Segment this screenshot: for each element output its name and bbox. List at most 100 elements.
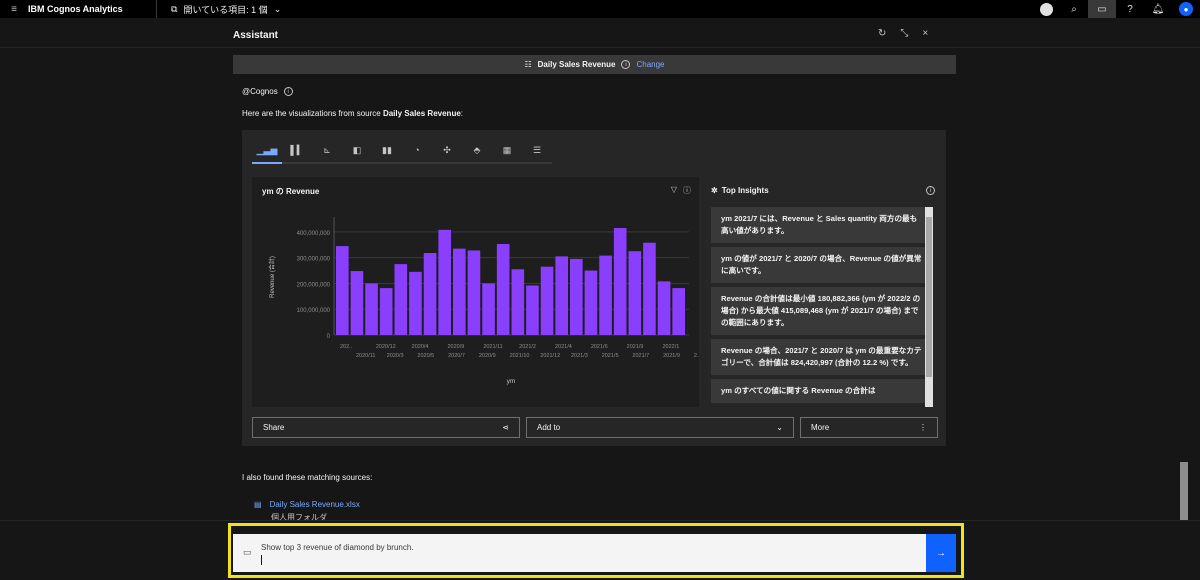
chat-input-text[interactable]: Show top 3 revenue of diamond by brunch. bbox=[261, 543, 414, 552]
x-tick-label: 2.. bbox=[694, 353, 699, 359]
hamburger-icon[interactable]: ≡ bbox=[0, 4, 28, 15]
chevron-down-icon: ⌄ bbox=[776, 423, 783, 432]
info-icon[interactable]: i bbox=[926, 186, 935, 195]
grid-chart-tab[interactable]: ▦ bbox=[492, 138, 522, 164]
source-bar: ☷ Daily Sales Revenue i Change bbox=[233, 55, 956, 74]
bar[interactable] bbox=[643, 242, 656, 335]
chat-icon: ▭ bbox=[243, 547, 252, 557]
search-icon[interactable]: ⌕ bbox=[1060, 0, 1088, 18]
intro-prefix: Here are the visualizations from source bbox=[242, 109, 383, 118]
column-chart-tab[interactable]: ▌▍ bbox=[282, 138, 312, 164]
scrollbar-thumb[interactable] bbox=[926, 217, 932, 377]
page-scrollbar[interactable] bbox=[1180, 462, 1188, 520]
bar[interactable] bbox=[599, 255, 612, 335]
bar[interactable] bbox=[482, 283, 495, 335]
open-items-icon: ⧉ bbox=[171, 3, 178, 14]
intro-source: Daily Sales Revenue bbox=[382, 109, 461, 118]
assistant-header: Assistant ↻ ⤡ × bbox=[0, 24, 1200, 48]
open-items-label: 開いている項目: 1 個 bbox=[183, 4, 268, 15]
x-tick-label: 2021/9 bbox=[627, 344, 644, 350]
insight-item[interactable]: ym 2021/7 には、Revenue と Sales quantity 両方… bbox=[711, 207, 933, 243]
table-chart-tab[interactable]: ☰ bbox=[522, 138, 552, 164]
x-tick-label: 2021/11 bbox=[483, 344, 502, 350]
data-source-icon: ☷ bbox=[524, 60, 532, 69]
bar[interactable] bbox=[379, 288, 393, 335]
bar[interactable] bbox=[336, 246, 349, 335]
card-actions: Share ⋖ Add to ⌄ More ⋮ bbox=[252, 417, 938, 438]
bar[interactable] bbox=[657, 281, 671, 335]
x-tick-label: 2021/10 bbox=[510, 353, 530, 359]
chat-input[interactable]: ▭ Show top 3 revenue of diamond by brunc… bbox=[233, 534, 926, 572]
top-bar: ≡ IBM Cognos Analytics ⧉ 開いている項目: 1 個 ⌄ … bbox=[0, 0, 1200, 18]
add-to-dropdown[interactable]: Add to ⌄ bbox=[526, 417, 794, 438]
chat-icon[interactable]: ▭ bbox=[1088, 0, 1116, 18]
stacked-chart-tab[interactable]: ▮▮ bbox=[372, 138, 402, 164]
share-button[interactable]: Share ⋖ bbox=[252, 417, 520, 438]
x-tick-label: 2022/1 bbox=[662, 344, 679, 350]
matching-source-link[interactable]: ▤ Daily Sales Revenue.xlsx bbox=[254, 500, 360, 509]
source-name: Daily Sales Revenue bbox=[537, 60, 616, 69]
revenue-bar-chart: 0 100,000,000 200,000,000 300,000,000 400,00… bbox=[268, 217, 699, 385]
reset-icon[interactable]: ↻ bbox=[878, 28, 886, 39]
x-tick-label: 2021/4 bbox=[555, 344, 572, 350]
share-icon: ⋖ bbox=[502, 423, 509, 432]
x-tick-label: 2021/7 bbox=[632, 353, 649, 359]
bar[interactable] bbox=[365, 283, 378, 335]
line-chart-tab[interactable]: ⊾ bbox=[312, 138, 342, 164]
pie-chart-tab[interactable]: ◧ bbox=[342, 138, 372, 164]
bar[interactable] bbox=[453, 248, 466, 335]
y-tick-label: 0 bbox=[327, 334, 331, 340]
sender-name: @Cognos bbox=[242, 87, 278, 96]
y-tick-label: 100,000,000 bbox=[297, 308, 331, 314]
bar[interactable] bbox=[511, 269, 525, 335]
info-icon[interactable]: i bbox=[621, 60, 631, 69]
more-button[interactable]: More ⋮ bbox=[800, 417, 938, 438]
bar[interactable] bbox=[496, 244, 510, 335]
bar[interactable] bbox=[394, 264, 408, 335]
x-tick-label: 2020/9 bbox=[479, 353, 496, 359]
x-tick-label: 2020/3 bbox=[387, 353, 404, 359]
bar[interactable] bbox=[555, 256, 568, 335]
assistant-controls: ↻ ⤡ × bbox=[878, 28, 928, 39]
bar[interactable] bbox=[570, 258, 583, 335]
expand-icon[interactable]: ⤡ bbox=[900, 28, 908, 39]
bar[interactable] bbox=[628, 251, 642, 335]
bar[interactable] bbox=[350, 271, 364, 335]
bar[interactable] bbox=[467, 250, 481, 335]
bar[interactable] bbox=[672, 288, 685, 335]
y-tick-label: 400,000,000 bbox=[297, 231, 331, 237]
change-source-link[interactable]: Change bbox=[636, 60, 664, 69]
x-tick-label: 2021/9 bbox=[663, 353, 680, 359]
bar[interactable] bbox=[540, 266, 554, 335]
treemap-chart-tab[interactable]: ⬘ bbox=[462, 138, 492, 164]
insights-header: ✲ Top Insights bbox=[711, 186, 769, 195]
insights-scrollbar[interactable] bbox=[925, 207, 933, 407]
insight-item[interactable]: Revenue の合計値は最小値 180,882,366 (ym が 2022/… bbox=[711, 287, 933, 335]
open-items-menu[interactable]: ⧉ 開いている項目: 1 個 ⌄ bbox=[171, 3, 281, 16]
bar[interactable] bbox=[526, 285, 539, 335]
close-icon[interactable]: × bbox=[922, 28, 928, 39]
bar[interactable] bbox=[423, 253, 437, 335]
x-tick-label: 2020/7 bbox=[448, 353, 465, 359]
bar[interactable] bbox=[613, 228, 627, 335]
x-tick-label: 202.. bbox=[340, 344, 353, 350]
x-axis-label: ym bbox=[507, 378, 516, 385]
bar[interactable] bbox=[438, 229, 451, 335]
insight-item[interactable]: ym のすべての値に関する Revenue の合計は bbox=[711, 379, 933, 403]
scatter-chart-tab[interactable]: ✣ bbox=[432, 138, 462, 164]
notification-icon[interactable]: 🔔︎ bbox=[1144, 0, 1172, 18]
insight-item[interactable]: ym の値が 2021/7 と 2020/7 の場合、Revenue の値が異常… bbox=[711, 247, 933, 283]
y-tick-label: 200,000,000 bbox=[297, 282, 331, 288]
user-button[interactable]: ● bbox=[1172, 0, 1200, 18]
info-icon[interactable]: i bbox=[283, 87, 293, 96]
bar[interactable] bbox=[409, 271, 422, 335]
globe-button[interactable] bbox=[1032, 0, 1060, 18]
bar-chart-tab[interactable]: ▁▃▅ bbox=[252, 138, 282, 164]
insight-item[interactable]: Revenue の場合、2021/7 と 2020/7 は ym の最重要なカテ… bbox=[711, 339, 933, 375]
bar[interactable] bbox=[584, 270, 598, 335]
help-icon[interactable]: ? bbox=[1116, 0, 1144, 18]
y-axis-label: Revenue (合計) bbox=[268, 256, 276, 298]
x-tick-label: 2020/12 bbox=[376, 344, 396, 350]
donut-chart-tab[interactable]: ◔ bbox=[402, 138, 432, 164]
send-button[interactable]: → bbox=[926, 534, 956, 572]
